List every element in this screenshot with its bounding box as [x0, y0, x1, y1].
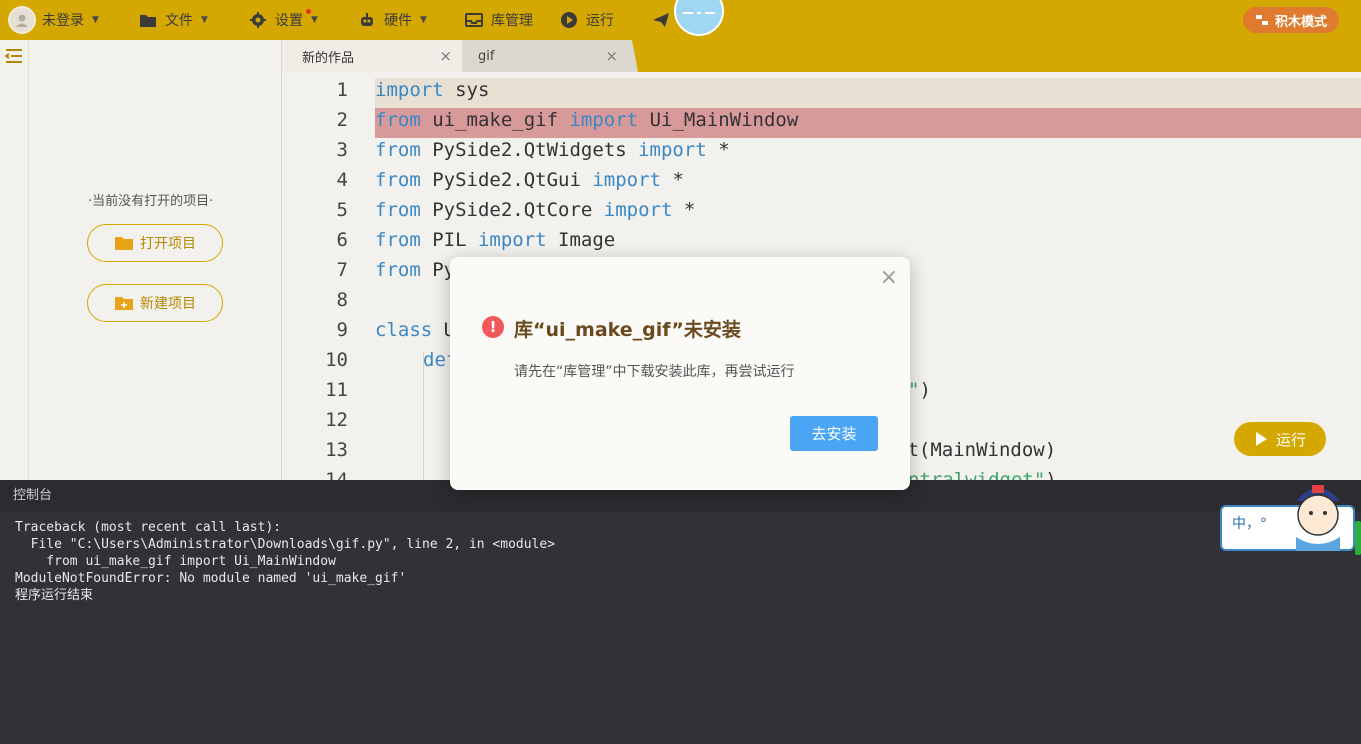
dialog-title: 库“ui_make_gif”未安装: [514, 319, 741, 341]
error-icon: !: [482, 316, 504, 338]
missing-library-dialog: × ! 库“ui_make_gif”未安装 请先在“库管理”中下载安装此库，再尝…: [450, 257, 910, 490]
dialog-message: 请先在“库管理”中下载安装此库，再尝试运行: [514, 364, 795, 380]
close-icon[interactable]: ×: [880, 265, 898, 290]
install-button[interactable]: 去安装: [790, 416, 878, 451]
